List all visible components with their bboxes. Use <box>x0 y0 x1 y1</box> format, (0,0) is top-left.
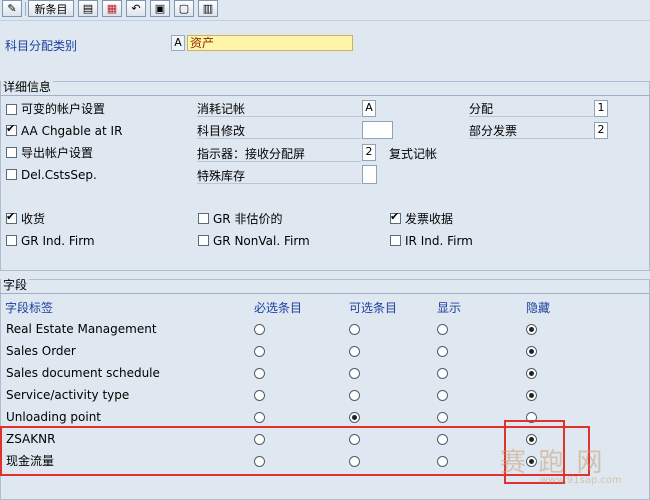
changeable-account-label: 可变的帐户设置 <box>21 102 106 116</box>
gr-ind-firm-label: GR Ind. Firm <box>21 234 95 248</box>
optional-radio[interactable] <box>349 390 360 401</box>
ir-ind-firm-checkbox[interactable] <box>390 235 401 246</box>
hidden-radio[interactable] <box>526 368 537 379</box>
display-radio[interactable] <box>437 434 448 445</box>
category-description-field: 资产 <box>187 35 353 51</box>
field-row-label: Sales document schedule <box>6 366 160 380</box>
watermark-url: www.91sap.com <box>540 475 622 486</box>
required-radio[interactable] <box>254 324 265 335</box>
hidden-radio[interactable] <box>526 412 537 423</box>
consumption-posting-label: 消耗记帐 <box>197 102 361 117</box>
copy-button[interactable]: ▤ <box>78 0 98 17</box>
display-radio[interactable] <box>437 412 448 423</box>
block-icon: ▥ <box>202 2 214 15</box>
deselect-icon: ▢ <box>178 2 190 15</box>
partial-invoice-label: 部分发票 <box>469 124 593 139</box>
new-entries-button[interactable]: 新条目 <box>28 0 74 17</box>
toolbar-toggle-button[interactable]: ✎ <box>2 0 22 17</box>
toolbar-separator <box>25 2 26 16</box>
delete-icon: ▦ <box>106 2 118 15</box>
required-radio[interactable] <box>254 368 265 379</box>
fields-title-divider <box>0 293 650 294</box>
field-row-label: ZSAKNR <box>6 432 56 446</box>
display-column-header: 显示 <box>437 301 462 315</box>
goods-receipt-indicator-field[interactable]: 2 <box>362 144 376 161</box>
required-radio[interactable] <box>254 456 265 467</box>
display-radio[interactable] <box>437 390 448 401</box>
optional-radio[interactable] <box>349 456 360 467</box>
required-radio[interactable] <box>254 346 265 357</box>
delete-button[interactable]: ▦ <box>102 0 122 17</box>
invoice-receipt-label: 发票收据 <box>405 212 454 226</box>
aa-chgable-label: AA Chgable at IR <box>21 124 123 138</box>
account-modification-field[interactable] <box>362 121 393 139</box>
copy-icon: ▤ <box>82 2 94 15</box>
consumption-posting-field[interactable]: A <box>362 100 376 117</box>
goods-receipt-checkbox[interactable] <box>6 210 17 224</box>
category-key-field[interactable]: A <box>171 35 185 51</box>
ir-ind-firm-label: IR Ind. Firm <box>405 234 473 248</box>
changeable-account-checkbox[interactable] <box>6 104 17 115</box>
gr-nonval-firm-checkbox[interactable] <box>198 235 209 246</box>
details-title-divider <box>0 95 650 96</box>
deselect-button[interactable]: ▢ <box>174 0 194 17</box>
goods-receipt-indicator-label: 指示器：接收分配屏 <box>197 147 361 162</box>
required-column-header: 必选条目 <box>254 301 303 315</box>
account-modification-label: 科目修改 <box>197 124 361 139</box>
del-csts-label: Del.CstsSep. <box>21 168 97 182</box>
display-radio[interactable] <box>437 346 448 357</box>
hidden-radio[interactable] <box>526 346 537 357</box>
new-entries-label: 新条目 <box>34 2 68 16</box>
gr-ind-firm-checkbox[interactable] <box>6 235 17 246</box>
distribution-label: 分配 <box>469 102 593 117</box>
field-row-label: Service/activity type <box>6 388 130 402</box>
optional-radio[interactable] <box>349 324 360 335</box>
undo-icon: ↶ <box>131 2 141 15</box>
required-radio[interactable] <box>254 412 265 423</box>
account-assignment-category-label: 科目分配类别 <box>5 39 78 53</box>
display-radio[interactable] <box>437 456 448 467</box>
goods-receipt-label: 收货 <box>21 212 46 226</box>
select-all-icon: ▣ <box>154 2 166 15</box>
special-stock-label: 特殊库存 <box>197 169 361 184</box>
field-row-label: Unloading point <box>6 410 102 424</box>
gr-nonvaluated-checkbox[interactable] <box>198 213 209 224</box>
display-radio[interactable] <box>437 324 448 335</box>
required-radio[interactable] <box>254 390 265 401</box>
invoice-receipt-checkbox[interactable] <box>390 210 401 224</box>
pencil-glasses-icon: ✎ <box>7 2 17 15</box>
gr-nonvaluated-label: GR 非估价的 <box>213 212 283 226</box>
derive-account-checkbox[interactable] <box>6 147 17 158</box>
hidden-radio[interactable] <box>526 390 537 401</box>
field-row-label: Real Estate Management <box>6 322 157 336</box>
toolbar: ✎ 新条目 ▤ ▦ ↶ ▣ ▢ ▥ <box>0 0 650 21</box>
field-row-label: Sales Order <box>6 344 76 358</box>
distribution-field[interactable]: 1 <box>594 100 608 117</box>
del-csts-checkbox[interactable] <box>6 169 17 180</box>
gr-nonval-firm-label: GR NonVal. Firm <box>213 234 310 248</box>
select-all-button[interactable]: ▣ <box>150 0 170 17</box>
required-radio[interactable] <box>254 434 265 445</box>
partial-invoice-field[interactable]: 2 <box>594 122 608 139</box>
aa-chgable-checkbox[interactable] <box>6 122 17 136</box>
field-row-label: 现金流量 <box>6 454 55 468</box>
block-button[interactable]: ▥ <box>198 0 218 17</box>
optional-column-header: 可选条目 <box>349 301 398 315</box>
hidden-radio[interactable] <box>526 324 537 335</box>
undo-button[interactable]: ↶ <box>126 0 146 17</box>
derive-account-label: 导出帐户设置 <box>21 146 94 160</box>
details-group-title: 详细信息 <box>1 80 54 94</box>
optional-radio[interactable] <box>349 434 360 445</box>
hidden-column-header: 隐藏 <box>526 301 551 315</box>
optional-radio[interactable] <box>349 412 360 423</box>
field-label-column-header: 字段标签 <box>5 301 54 315</box>
optional-radio[interactable] <box>349 368 360 379</box>
optional-radio[interactable] <box>349 346 360 357</box>
repeat-posting-label: 复式记帐 <box>389 147 438 161</box>
fields-group-title: 字段 <box>1 278 30 292</box>
display-radio[interactable] <box>437 368 448 379</box>
watermark-logo: 赛 跑 网 <box>500 448 605 478</box>
special-stock-field[interactable] <box>362 165 377 184</box>
